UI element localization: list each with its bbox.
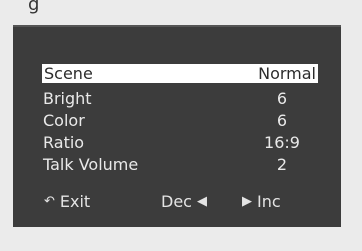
exit-button[interactable]: ↶ Exit <box>44 192 90 211</box>
menu-row-value: 6 <box>276 89 288 108</box>
osd-footer: ↶ Exit Dec ◀ ▶ Inc <box>13 192 341 216</box>
menu-row-value: 16:9 <box>264 133 300 152</box>
menu-row-label: Scene <box>44 64 93 83</box>
top-mark: g <box>28 0 40 15</box>
menu-row-scene[interactable]: Scene Normal <box>42 64 318 83</box>
left-arrow-icon: ◀ <box>196 194 207 209</box>
menu-row-label: Color <box>43 111 85 130</box>
menu-row-value: Normal <box>258 64 316 83</box>
dec-label: Dec <box>161 192 192 211</box>
menu-row-label: Bright <box>43 89 92 108</box>
menu-row-color[interactable]: Color 6 <box>41 111 321 131</box>
inc-label: Inc <box>257 192 281 211</box>
right-arrow-icon: ▶ <box>242 194 252 209</box>
exit-label: Exit <box>59 192 91 211</box>
menu-row-bright[interactable]: Bright 6 <box>41 89 321 109</box>
menu-row-talk-volume[interactable]: Talk Volume 2 <box>41 155 321 175</box>
dec-button[interactable]: Dec ◀ <box>161 192 207 211</box>
inc-button[interactable]: ▶ Inc <box>242 192 281 211</box>
undo-icon: ↶ <box>44 194 55 209</box>
menu-row-ratio[interactable]: Ratio 16:9 <box>41 133 321 153</box>
menu-row-value: 2 <box>276 155 288 174</box>
osd-panel: Scene Normal Bright 6 Color 6 Ratio 16:9… <box>13 25 341 227</box>
menu-row-value: 6 <box>276 111 288 130</box>
menu-row-label: Ratio <box>43 133 85 152</box>
menu-row-label: Talk Volume <box>43 155 139 174</box>
